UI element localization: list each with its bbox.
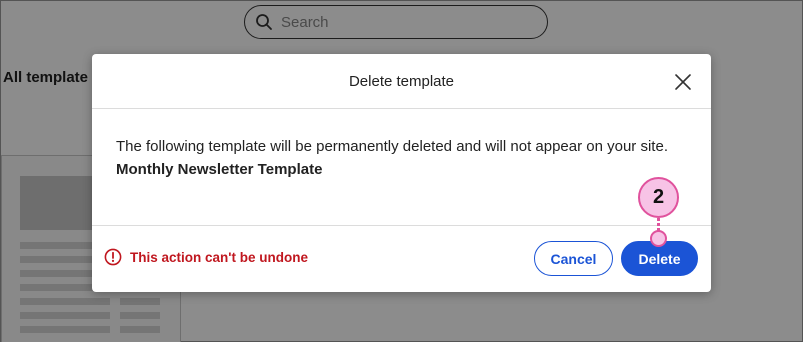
dialog-message: The following template will be permanent… [116, 138, 668, 155]
close-button[interactable] [673, 72, 693, 92]
template-name: Monthly Newsletter Template [116, 161, 323, 178]
warning-text: This action can't be undone [130, 249, 308, 265]
step-callout-badge: 2 [638, 177, 679, 218]
cancel-button[interactable]: Cancel [534, 241, 613, 276]
warning-message: This action can't be undone [104, 248, 308, 266]
dialog-footer: This action can't be undone Cancel Delet… [92, 226, 711, 291]
close-icon [675, 74, 691, 90]
step-callout-dot [650, 230, 667, 247]
delete-template-dialog: Delete template The following template w… [92, 54, 711, 292]
dialog-header: Delete template [92, 54, 711, 109]
warning-circle-icon [104, 248, 122, 266]
dialog-title: Delete template [348, 72, 455, 90]
dialog-body: The following template will be permanent… [92, 109, 711, 226]
